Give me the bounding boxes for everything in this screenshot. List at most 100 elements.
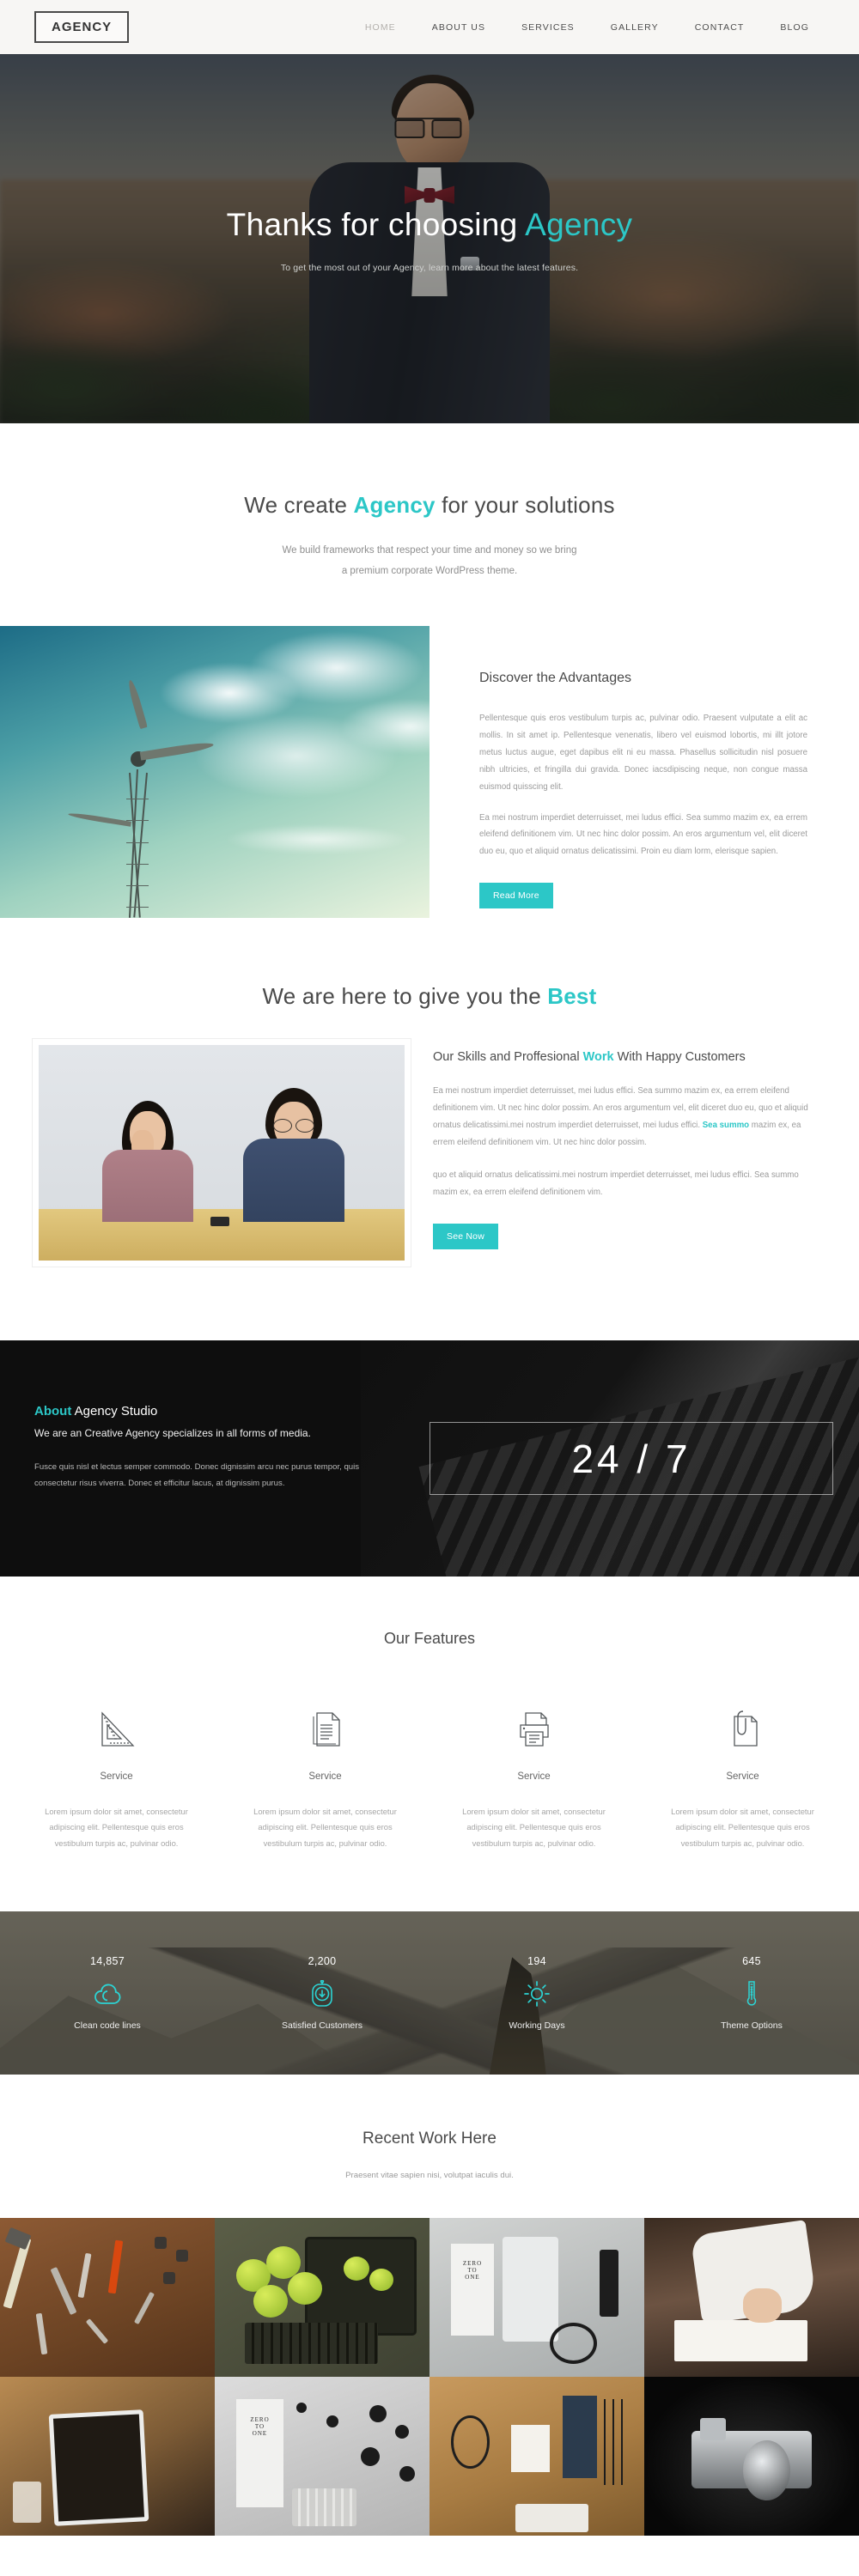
nav-item-home[interactable]: HOME: [365, 22, 396, 33]
person-left: [101, 1101, 195, 1222]
skills-title: Our Skills and Proffesional Work With Ha…: [433, 1048, 825, 1067]
feature-card-4[interactable]: Service Lorem ipsum dolor sit amet, cons…: [638, 1696, 847, 1851]
stat-label-3: Working Days: [509, 2020, 565, 2032]
sun-icon: [430, 1979, 644, 2008]
nav-item-services[interactable]: SERVICES: [521, 22, 575, 33]
we-create-title: We create Agency for your solutions: [0, 492, 859, 519]
availability-badge-text: 24 / 7: [571, 1436, 691, 1481]
skills-title-highlight: Work: [582, 1050, 614, 1065]
about-studio-section: About Agency Studio We are an Creative A…: [0, 1340, 859, 1577]
feature-name-1: Service: [100, 1771, 133, 1783]
gallery-item-stickers[interactable]: ZERO TO ONE: [215, 2377, 430, 2537]
about-title-rest: Agency Studio: [71, 1404, 158, 1419]
logo[interactable]: AGENCY: [34, 11, 130, 43]
we-create-sub-line2: a premium corporate WordPress theme.: [341, 565, 518, 576]
wind-turbine-icon: [68, 678, 214, 918]
documents-icon: [240, 1696, 411, 1749]
stat-item-4: 645 Theme Options: [644, 1955, 859, 2031]
feature-card-2[interactable]: Service Lorem ipsum dolor sit amet, cons…: [221, 1696, 430, 1851]
stat-label-2: Satisfied Customers: [282, 2020, 362, 2032]
best-section: We are here to give you the Best: [0, 918, 859, 1039]
skills-paragraph-1: Ea mei nostrum imperdiet deterruisset, m…: [433, 1083, 825, 1151]
nav-item-about-us[interactable]: ABOUT US: [432, 22, 485, 33]
we-create-title-after: for your solutions: [435, 492, 615, 518]
best-title-before: We are here to give you the: [262, 983, 548, 1010]
stat-value-1: 14,857: [89, 1955, 125, 1968]
gallery-item-tools[interactable]: [0, 2218, 215, 2378]
feature-card-1[interactable]: Service Lorem ipsum dolor sit amet, cons…: [12, 1696, 221, 1851]
we-create-head: We create Agency for your solutions We b…: [0, 492, 859, 581]
notepad-clip-icon: [657, 1696, 828, 1749]
nav-item-contact[interactable]: CONTACT: [695, 22, 745, 33]
advantages-paragraph-2: Ea mei nostrum imperdiet deterruisset, m…: [479, 812, 807, 857]
we-create-section: We create Agency for your solutions We b…: [0, 423, 859, 627]
set-square-ruler-icon: [31, 1696, 202, 1749]
gallery-item-apples[interactable]: [215, 2218, 430, 2378]
stat-item-2: 2,200 Satisfied Customers: [215, 1955, 430, 2031]
stat-value-2: 2,200: [308, 1955, 337, 1968]
best-head: We are here to give you the Best: [0, 983, 859, 1010]
about-badge-area: 24 / 7: [430, 1340, 859, 1577]
we-create-sub-line1: We build frameworks that respect your ti…: [282, 545, 577, 556]
gallery-item-stationery[interactable]: [430, 2377, 644, 2537]
gallery-item-flatlay[interactable]: ZERO TO ONE: [430, 2218, 644, 2378]
page-root: AGENCY HOME ABOUT US SERVICES GALLERY CO…: [0, 0, 859, 2537]
download-badge-icon: [215, 1979, 430, 2008]
nav-item-blog[interactable]: BLOG: [780, 22, 809, 33]
about-title-highlight: About: [34, 1404, 72, 1419]
advantages-text: Discover the Advantages Pellentesque qui…: [430, 626, 859, 909]
we-create-subtitle: We build frameworks that respect your ti…: [0, 541, 859, 581]
best-title-highlight: Best: [547, 983, 597, 1010]
feature-desc-3: Lorem ipsum dolor sit amet, consectetur …: [462, 1807, 606, 1848]
feature-desc-1: Lorem ipsum dolor sit amet, consectetur …: [45, 1807, 188, 1848]
see-now-button[interactable]: See Now: [433, 1223, 499, 1249]
gallery-item-tablet[interactable]: [0, 2377, 215, 2537]
feature-desc-4: Lorem ipsum dolor sit amet, consectetur …: [671, 1807, 814, 1848]
feature-card-3[interactable]: Service Lorem ipsum dolor sit amet, cons…: [430, 1696, 638, 1851]
stat-label-1: Clean code lines: [74, 2020, 141, 2032]
hero-title: Thanks for choosing Agency: [0, 207, 859, 244]
gallery-item-camera[interactable]: [644, 2377, 859, 2537]
about-text-block: About Agency Studio We are an Creative A…: [0, 1340, 430, 1577]
features-grid: Service Lorem ipsum dolor sit amet, cons…: [0, 1696, 859, 1851]
portfolio-gallery: ZERO TO ONE ZERO TO ONE: [0, 2218, 859, 2537]
features-title: Our Features: [383, 1630, 476, 1648]
recent-work-title: Recent Work Here: [362, 2129, 497, 2148]
nav-item-gallery[interactable]: GALLERY: [611, 22, 659, 33]
features-section: Our Features Service Lorem ipsum dolor s…: [0, 1577, 859, 1912]
hero-content: Thanks for choosing Agency To get the mo…: [0, 54, 859, 273]
feature-name-3: Service: [517, 1771, 551, 1783]
we-create-title-before: We create: [244, 492, 354, 518]
hero-title-highlight: Agency: [525, 207, 633, 242]
advantages-title: Discover the Advantages: [479, 671, 631, 686]
stat-label-4: Theme Options: [721, 2020, 783, 2032]
stat-item-3: 194 Working Days: [430, 1955, 644, 2031]
stat-item-1: 14,857 Clean code lines: [0, 1955, 215, 2031]
site-header: AGENCY HOME ABOUT US SERVICES GALLERY CO…: [0, 0, 859, 54]
about-paragraph: Fusce quis nisl et lectus semper commodo…: [34, 1462, 360, 1488]
wind-turbine-photo: [0, 626, 430, 919]
feature-desc-2: Lorem ipsum dolor sit amet, consectetur …: [253, 1807, 397, 1848]
we-create-title-highlight: Agency: [353, 492, 436, 518]
cloud-icon: [0, 1979, 215, 2008]
skills-text: Our Skills and Proffesional Work With Ha…: [411, 1039, 840, 1249]
stat-value-3: 194: [527, 1955, 546, 1968]
read-more-button[interactable]: Read More: [479, 883, 553, 909]
about-title: About Agency Studio: [34, 1404, 395, 1419]
thermometer-icon: [644, 1979, 859, 2008]
availability-badge-box: 24 / 7: [430, 1422, 833, 1496]
skills-paragraph-2: quo et aliquid ornatus delicatissimi.mei…: [433, 1170, 799, 1197]
main-nav: HOME ABOUT US SERVICES GALLERY CONTACT B…: [365, 22, 825, 33]
skills-p1-highlight: Sea summo: [702, 1121, 750, 1131]
hero-title-plain: Thanks for choosing: [226, 207, 526, 242]
advantages-section: Discover the Advantages Pellentesque qui…: [0, 626, 859, 919]
skills-section: Our Skills and Proffesional Work With Ha…: [0, 1039, 859, 1340]
skills-title-part2: With Happy Customers: [613, 1050, 746, 1065]
recent-work-subtitle: Praesent vitae sapien nisi, volutpat iac…: [345, 2171, 514, 2181]
two-customers-photo: [33, 1039, 411, 1267]
printer-icon: [448, 1696, 619, 1749]
gallery-item-writing[interactable]: [644, 2218, 859, 2378]
stat-value-4: 645: [742, 1955, 761, 1968]
advantages-paragraph-1: Pellentesque quis eros vestibulum turpis…: [479, 714, 807, 792]
recent-work-section: Recent Work Here Praesent vitae sapien n…: [0, 2075, 859, 2219]
